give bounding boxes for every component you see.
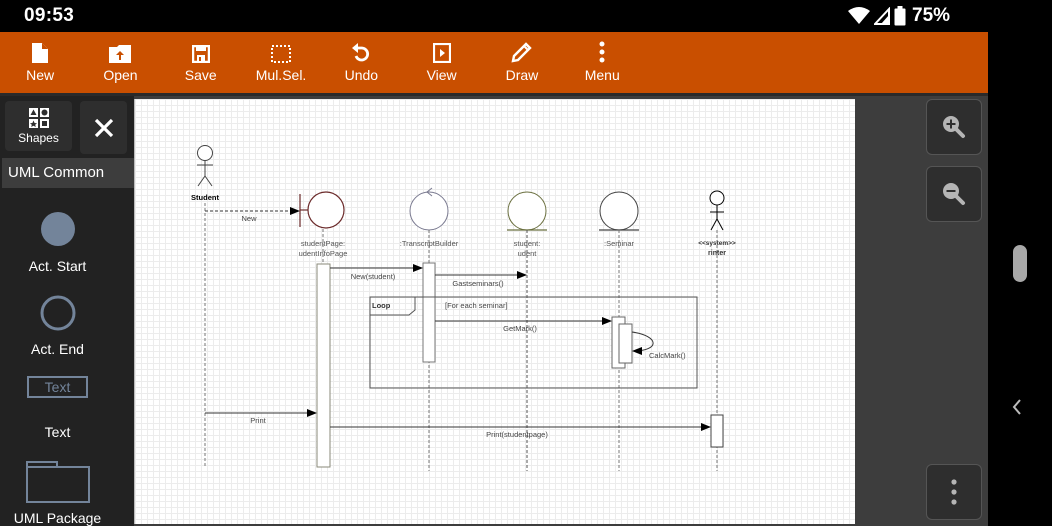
shape-uml-package[interactable]: UML Package (0, 461, 115, 526)
lifeline-student-page[interactable]: studentPage: udentInfoPage (299, 191, 348, 468)
zoom-out-button[interactable] (926, 166, 982, 222)
lifeline-printer[interactable]: <<system>> rinter (698, 190, 736, 471)
battery-percent: 75% (912, 5, 951, 26)
sequence-diagram: Student studentPage: udentInfoPage :Tran… (191, 145, 736, 471)
multi-select-icon (271, 45, 292, 63)
lifeline-seminar[interactable]: :Seminar (599, 191, 639, 471)
lifeline-transcript-builder[interactable]: :TranscriptBuilder (400, 187, 459, 471)
view-button[interactable]: View (401, 32, 481, 93)
actor-head (197, 145, 213, 161)
more-vert-icon (599, 41, 605, 63)
message-label: New (241, 214, 257, 223)
shape-text[interactable]: Text Text (0, 376, 115, 440)
message-new-student[interactable]: New(student) (330, 264, 423, 281)
text-box-icon: Text (27, 376, 88, 398)
new-file-icon (32, 43, 49, 63)
lifeline-student[interactable]: Student (191, 145, 219, 468)
activity-end-icon (40, 295, 75, 331)
undo-icon (352, 43, 370, 62)
message-label: Gastseminars() (452, 279, 504, 288)
battery-icon (894, 6, 906, 26)
open-button[interactable]: Open (80, 32, 160, 93)
uml-package-icon (25, 461, 90, 503)
back-chevron-icon[interactable] (1012, 398, 1022, 421)
more-vert-icon (951, 479, 957, 505)
open-folder-icon (109, 45, 132, 63)
view-icon (432, 43, 451, 63)
activation-bar (316, 263, 331, 468)
close-sidebar-button[interactable] (80, 101, 127, 154)
category-uml-common[interactable]: UML Common (2, 158, 134, 188)
status-time: 09:53 (24, 5, 75, 26)
shape-activity-end[interactable]: Act. End (0, 294, 115, 357)
wifi-icon (848, 7, 870, 24)
diagram-canvas[interactable]: Student studentPage: udentInfoPage :Tran… (134, 99, 855, 524)
message-label: New(student) (351, 272, 396, 281)
message-label: Print(studentpage) (486, 430, 548, 439)
status-bar: 09:53 75% (0, 0, 1052, 32)
loop-fragment[interactable]: Loop [For each seminar] (369, 296, 698, 389)
menu-button[interactable]: Menu (562, 32, 642, 93)
fragment-operator: Loop (372, 301, 391, 310)
more-options-button[interactable] (926, 464, 982, 520)
message-print[interactable]: Print (205, 409, 317, 425)
shapes-grid-icon (28, 107, 49, 128)
message-print-studentpage[interactable]: Print(studentpage) (330, 423, 711, 439)
message-calcmark[interactable]: CalcMark() (631, 331, 686, 360)
zoom-in-icon (943, 116, 965, 138)
status-icons: 75% (848, 5, 950, 27)
new-button[interactable]: New (0, 32, 80, 93)
activation-bar (710, 414, 724, 448)
close-icon (94, 118, 113, 137)
message-label: Print (250, 416, 266, 425)
draw-button[interactable]: Draw (482, 32, 562, 93)
fragment-guard: [For each seminar] (445, 301, 508, 310)
multi-select-button[interactable]: Mul.Sel. (241, 32, 321, 93)
undo-button[interactable]: Undo (321, 32, 401, 93)
message-gastseminars[interactable]: Gastseminars() (435, 271, 527, 288)
save-icon (191, 45, 210, 63)
shapes-sidebar: Shapes UML Common Act. Start Act. End Te… (0, 96, 134, 526)
message-label: CalcMark() (649, 351, 686, 360)
activation-bar (618, 323, 633, 364)
message-new[interactable]: New (205, 207, 300, 223)
pencil-icon (511, 42, 532, 63)
message-label: GetMark() (503, 324, 537, 333)
shapes-button[interactable]: Shapes (5, 101, 72, 151)
cell-signal-icon (874, 7, 890, 25)
shape-activity-start[interactable]: Act. Start (0, 210, 115, 274)
activity-start-icon (40, 212, 75, 246)
message-getmark[interactable]: GetMark() (435, 317, 612, 333)
lifeline-label: Student (191, 193, 219, 202)
main-toolbar: New Open Save Mul.Sel. Undo View Draw Me… (0, 32, 988, 93)
scroll-handle[interactable] (1013, 245, 1027, 282)
zoom-out-icon (943, 183, 965, 205)
activation-bar (422, 262, 436, 363)
diagram-workspace[interactable]: Student studentPage: udentInfoPage :Tran… (134, 96, 988, 526)
zoom-in-button[interactable] (926, 99, 982, 155)
save-button[interactable]: Save (161, 32, 241, 93)
